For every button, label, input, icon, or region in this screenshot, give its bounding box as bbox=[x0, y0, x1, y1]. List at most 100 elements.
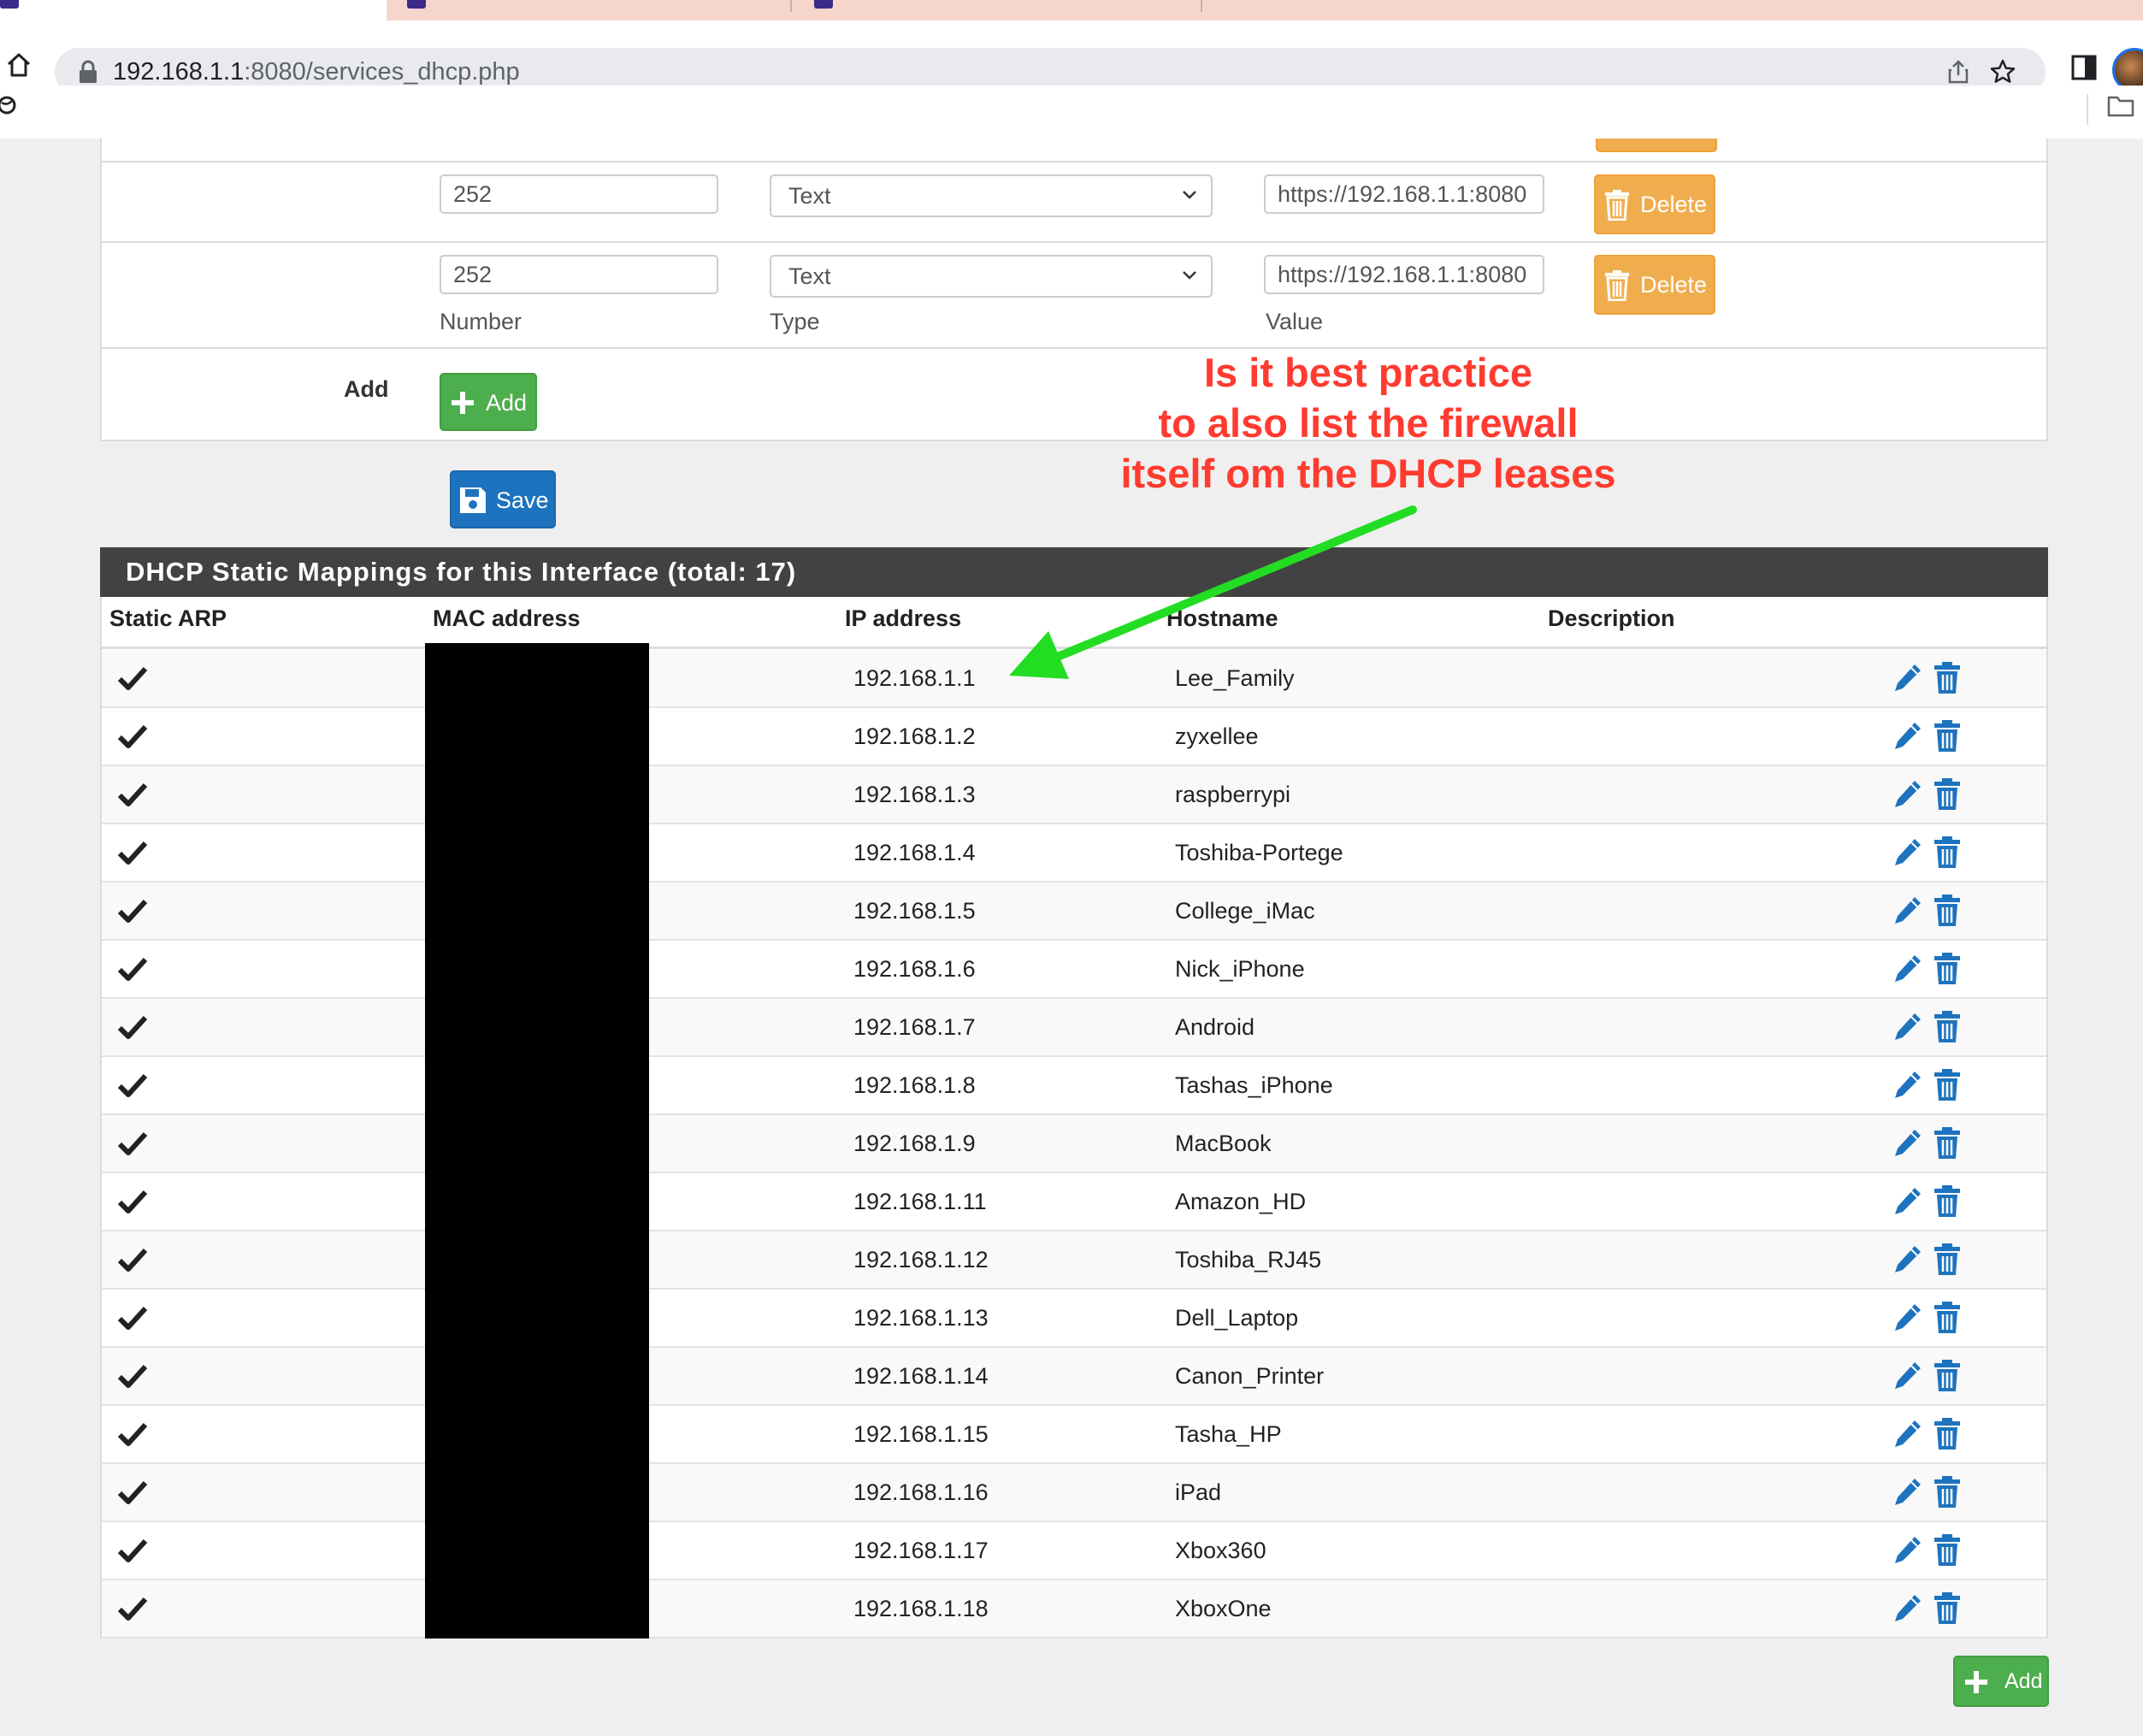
pencil-icon[interactable] bbox=[1892, 1243, 1923, 1276]
row-divider bbox=[100, 241, 2048, 243]
pencil-icon[interactable] bbox=[1892, 1476, 1923, 1509]
save-button[interactable]: Save bbox=[450, 470, 556, 528]
bookmarks-divider bbox=[2087, 94, 2088, 125]
ip-address-cell: 192.168.1.11 bbox=[853, 1189, 987, 1214]
trash-icon[interactable] bbox=[1933, 1418, 1961, 1450]
delete-button-partial[interactable] bbox=[1596, 139, 1717, 152]
trash-icon[interactable] bbox=[1933, 1011, 1961, 1043]
trash-icon[interactable] bbox=[1933, 953, 1961, 985]
table-row: 192.168.1.7 Android bbox=[102, 999, 2046, 1057]
trash-icon[interactable] bbox=[1933, 1243, 1961, 1276]
pencil-icon[interactable] bbox=[1892, 778, 1923, 811]
home-icon[interactable] bbox=[5, 51, 32, 79]
plus-icon bbox=[452, 392, 474, 414]
share-icon[interactable] bbox=[1945, 58, 1972, 86]
hostname-cell: MacBook bbox=[1175, 1131, 1272, 1156]
pencil-icon[interactable] bbox=[1892, 1418, 1923, 1450]
side-panel-icon[interactable] bbox=[2069, 53, 2099, 82]
trash-icon[interactable] bbox=[1933, 895, 1961, 927]
pencil-icon[interactable] bbox=[1892, 1302, 1923, 1334]
pencil-icon[interactable] bbox=[1892, 836, 1923, 869]
trash-icon[interactable] bbox=[1933, 720, 1961, 753]
value-label: Value bbox=[1266, 309, 1324, 334]
check-icon bbox=[117, 1248, 148, 1272]
add-option-button[interactable]: Add bbox=[440, 373, 537, 431]
trash-icon[interactable] bbox=[1933, 662, 1961, 694]
folder-icon[interactable] bbox=[2107, 94, 2134, 118]
delete-button-label: Delete bbox=[1640, 192, 1708, 217]
table-row: 192.168.1.6 Nick_iPhone bbox=[102, 941, 2046, 999]
check-icon bbox=[117, 899, 148, 923]
trash-icon[interactable] bbox=[1933, 1069, 1961, 1101]
ip-address-cell: 192.168.1.14 bbox=[853, 1363, 989, 1389]
option-value-input[interactable]: https://192.168.1.1:8080 bbox=[1264, 255, 1544, 294]
trash-icon bbox=[1605, 270, 1629, 301]
pencil-icon[interactable] bbox=[1892, 1127, 1923, 1160]
ip-address-cell: 192.168.1.8 bbox=[853, 1072, 976, 1098]
option-number-input[interactable]: 252 bbox=[440, 255, 718, 294]
check-icon bbox=[117, 1073, 148, 1097]
globe-icon[interactable] bbox=[0, 94, 19, 116]
hostname-cell: Tashas_iPhone bbox=[1175, 1072, 1333, 1098]
header-divider bbox=[100, 647, 2048, 649]
table-row: 192.168.1.17 Xbox360 bbox=[102, 1522, 2046, 1580]
add-mapping-button-label: Add bbox=[2004, 1669, 2043, 1693]
option-number-input[interactable]: 252 bbox=[440, 174, 718, 214]
check-icon bbox=[117, 1480, 148, 1504]
option-type-select[interactable]: Text bbox=[770, 255, 1213, 298]
hostname-cell: Amazon_HD bbox=[1175, 1189, 1307, 1214]
ip-address-cell: 192.168.1.3 bbox=[853, 782, 976, 807]
tab-separator bbox=[1201, 0, 1202, 12]
pencil-icon[interactable] bbox=[1892, 662, 1923, 694]
trash-icon[interactable] bbox=[1933, 1592, 1961, 1625]
table-row: 192.168.1.1 Lee_Family bbox=[102, 650, 2046, 708]
lock-icon bbox=[80, 60, 97, 83]
hostname-cell: Toshiba-Portege bbox=[1175, 840, 1343, 865]
trash-icon[interactable] bbox=[1933, 836, 1961, 869]
pencil-icon[interactable] bbox=[1892, 1592, 1923, 1625]
panel-title: DHCP Static Mappings for this Interface … bbox=[126, 557, 797, 587]
pencil-icon[interactable] bbox=[1892, 1011, 1923, 1043]
tab-active[interactable] bbox=[0, 0, 387, 21]
ip-address-cell: 192.168.1.12 bbox=[853, 1247, 989, 1272]
option-value-input[interactable]: https://192.168.1.1:8080 bbox=[1264, 174, 1544, 214]
table-row: 192.168.1.5 College_iMac bbox=[102, 883, 2046, 941]
bookmarks-bar bbox=[0, 86, 2143, 139]
option-type-select[interactable]: Text bbox=[770, 174, 1213, 217]
pencil-icon[interactable] bbox=[1892, 720, 1923, 753]
table-row: 192.168.1.4 Toshiba-Portege bbox=[102, 824, 2046, 883]
annotation-line: itself om the DHCP leases bbox=[1120, 451, 1616, 496]
add-mapping-button[interactable]: Add bbox=[1953, 1656, 2049, 1707]
delete-button[interactable]: Delete bbox=[1594, 174, 1715, 234]
trash-icon[interactable] bbox=[1933, 1534, 1961, 1567]
ip-address-cell: 192.168.1.9 bbox=[853, 1131, 976, 1156]
trash-icon[interactable] bbox=[1933, 1476, 1961, 1509]
hostname-cell: Lee_Family bbox=[1175, 665, 1295, 691]
annotation-text: Is it best practice to also list the fir… bbox=[1026, 347, 1710, 499]
pencil-icon[interactable] bbox=[1892, 895, 1923, 927]
delete-button[interactable]: Delete bbox=[1594, 255, 1715, 315]
hostname-cell: Android bbox=[1175, 1014, 1255, 1040]
check-icon bbox=[117, 782, 148, 806]
check-icon bbox=[117, 1422, 148, 1446]
trash-icon[interactable] bbox=[1933, 1302, 1961, 1334]
check-icon bbox=[117, 1015, 148, 1039]
url-text: 192.168.1.1:8080/services_dhcp.php bbox=[113, 58, 520, 86]
pencil-icon[interactable] bbox=[1892, 953, 1923, 985]
hostname-cell: Xbox360 bbox=[1175, 1538, 1266, 1563]
check-icon bbox=[117, 841, 148, 865]
trash-icon[interactable] bbox=[1933, 778, 1961, 811]
pencil-icon[interactable] bbox=[1892, 1360, 1923, 1392]
trash-icon[interactable] bbox=[1933, 1127, 1961, 1160]
check-icon bbox=[117, 1597, 148, 1621]
pencil-icon[interactable] bbox=[1892, 1069, 1923, 1101]
trash-icon[interactable] bbox=[1933, 1185, 1961, 1218]
pencil-icon[interactable] bbox=[1892, 1534, 1923, 1567]
ip-address-cell: 192.168.1.4 bbox=[853, 840, 976, 865]
pencil-icon[interactable] bbox=[1892, 1185, 1923, 1218]
trash-icon[interactable] bbox=[1933, 1360, 1961, 1392]
table-row: 192.168.1.8 Tashas_iPhone bbox=[102, 1057, 2046, 1115]
table-row: 192.168.1.15 Tasha_HP bbox=[102, 1406, 2046, 1464]
star-icon[interactable] bbox=[1989, 58, 2016, 86]
ip-address-cell: 192.168.1.15 bbox=[853, 1421, 989, 1447]
